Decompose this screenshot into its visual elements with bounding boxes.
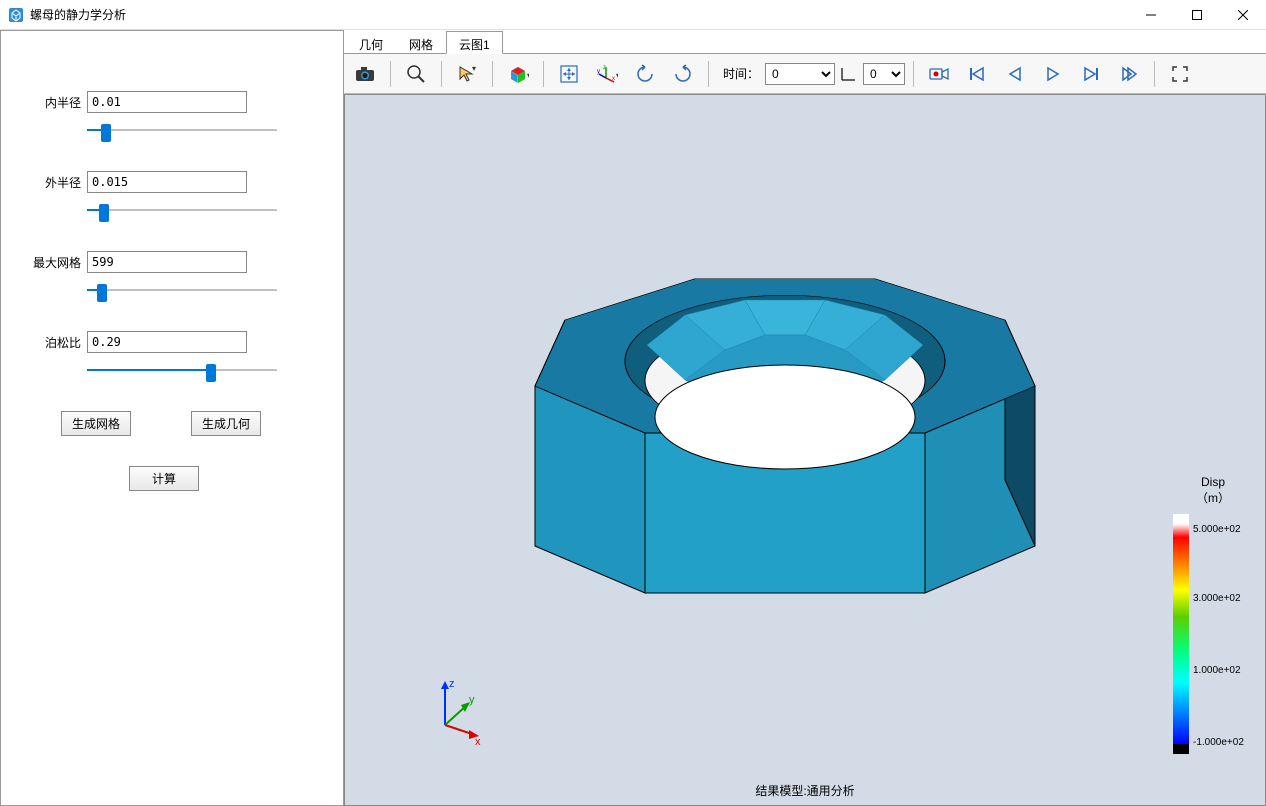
orientation-icon[interactable]: zx y ▾ <box>590 59 624 89</box>
parameter-panel: 内半径 外半径 最大网格 <box>0 30 344 806</box>
svg-text:z: z <box>449 678 455 690</box>
svg-text:x: x <box>612 76 615 82</box>
svg-text:▾: ▾ <box>616 71 618 80</box>
inner-radius-slider[interactable] <box>87 121 277 139</box>
outer-radius-label: 外半径 <box>31 174 81 191</box>
expand-icon[interactable] <box>1163 59 1197 89</box>
inner-radius-input[interactable] <box>87 91 247 113</box>
title-bar: 螺母的静力学分析 <box>0 0 1266 30</box>
compute-button[interactable]: 计算 <box>129 466 199 491</box>
max-mesh-label: 最大网格 <box>31 254 81 271</box>
window-title: 螺母的静力学分析 <box>30 6 126 23</box>
step-combo[interactable]: 0 <box>863 63 905 85</box>
close-button[interactable] <box>1220 0 1266 30</box>
maximize-button[interactable] <box>1174 0 1220 30</box>
poisson-slider[interactable] <box>87 361 277 379</box>
rotate-cw-icon[interactable] <box>666 59 700 89</box>
legend-title-2: （m） <box>1173 489 1253 506</box>
max-mesh-slider[interactable] <box>87 281 277 299</box>
last-frame-icon[interactable] <box>1112 59 1146 89</box>
time-combo[interactable]: 0 <box>765 63 835 85</box>
svg-text:▾: ▾ <box>472 64 476 73</box>
viewport-3d[interactable]: z y x Disp （m） 5.000e+02 3.000e+02 1.000… <box>344 94 1266 806</box>
time-label: 时间： <box>723 65 759 82</box>
fit-view-icon[interactable] <box>552 59 586 89</box>
first-frame-icon[interactable] <box>960 59 994 89</box>
color-legend: Disp （m） 5.000e+02 3.000e+02 1.000e+02 -… <box>1173 475 1253 754</box>
viewport-status: 结果模型:通用分析 <box>755 782 854 799</box>
record-icon[interactable] <box>922 59 956 89</box>
tab-mesh[interactable]: 网格 <box>396 31 446 54</box>
svg-text:x: x <box>475 736 481 745</box>
tab-contour1[interactable]: 云图1 <box>446 31 503 54</box>
play-icon[interactable] <box>1036 59 1070 89</box>
legend-gradient <box>1173 514 1189 754</box>
rotate-ccw-icon[interactable] <box>628 59 662 89</box>
outer-radius-slider[interactable] <box>87 201 277 219</box>
angle-icon <box>839 64 859 84</box>
svg-text:y: y <box>469 694 475 706</box>
viewport-toolbar: ▾ ▾ zx y ▾ 时间： 0 0 <box>344 54 1266 94</box>
max-mesh-input[interactable] <box>87 251 247 273</box>
svg-text:y: y <box>597 69 600 75</box>
minimize-button[interactable] <box>1128 0 1174 30</box>
app-icon <box>8 7 24 23</box>
svg-text:▾: ▾ <box>527 71 529 80</box>
camera-icon[interactable] <box>348 59 382 89</box>
color-cube-icon[interactable]: ▾ <box>501 59 535 89</box>
tab-bar: 几何 网格 云图1 <box>344 30 1266 54</box>
legend-title-1: Disp <box>1173 475 1253 489</box>
select-icon[interactable]: ▾ <box>450 59 484 89</box>
tab-geometry[interactable]: 几何 <box>346 31 396 54</box>
legend-ticks: 5.000e+02 3.000e+02 1.000e+02 -1.000e+02 <box>1193 514 1253 754</box>
axis-triad: z y x <box>425 675 495 745</box>
poisson-input[interactable] <box>87 331 247 353</box>
svg-text:z: z <box>603 65 606 71</box>
generate-geometry-button[interactable]: 生成几何 <box>191 411 261 436</box>
generate-mesh-button[interactable]: 生成网格 <box>61 411 131 436</box>
main-area: 几何 网格 云图1 ▾ ▾ zxy▾ 时间： 0 0 <box>344 30 1266 806</box>
inner-radius-label: 内半径 <box>31 94 81 111</box>
zoom-icon[interactable] <box>399 59 433 89</box>
poisson-label: 泊松比 <box>31 334 81 351</box>
outer-radius-input[interactable] <box>87 171 247 193</box>
prev-frame-icon[interactable] <box>998 59 1032 89</box>
next-frame-icon[interactable] <box>1074 59 1108 89</box>
